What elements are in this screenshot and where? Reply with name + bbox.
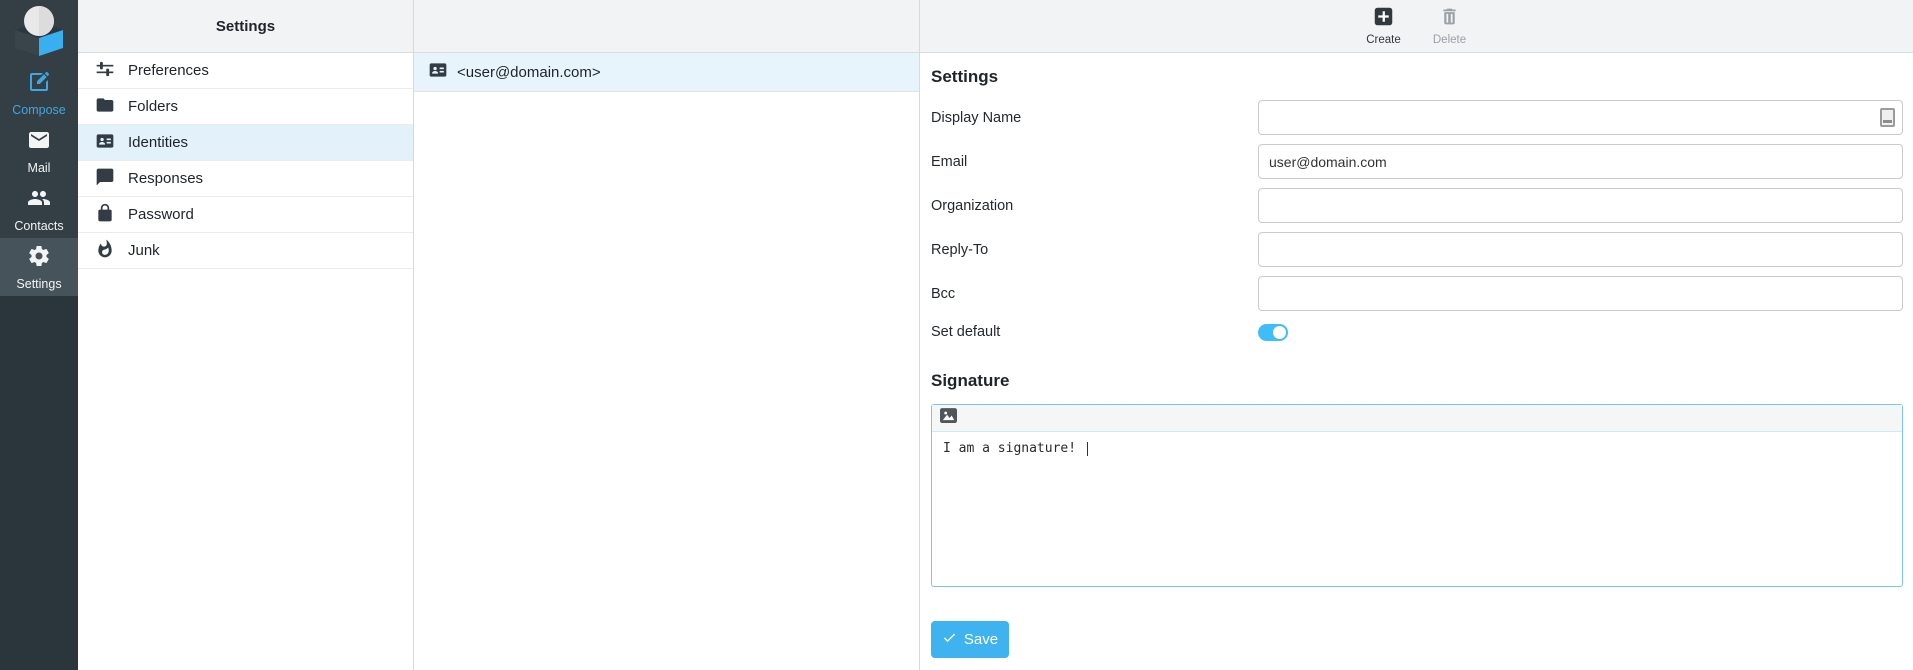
check-icon <box>942 630 957 649</box>
form-row-set-default: Set default <box>931 320 1903 344</box>
delete-button[interactable]: Delete <box>1428 6 1472 46</box>
settings-nav-label: Folders <box>128 98 178 115</box>
settings-nav-password[interactable]: Password <box>78 197 413 233</box>
create-button[interactable]: Create <box>1362 6 1406 46</box>
signature-section-title: Signature <box>931 371 1903 391</box>
signature-text-area[interactable]: I am a signature! <box>932 432 1902 586</box>
sidebar-item-label: Settings <box>16 277 61 291</box>
identities-list-panel: <user@domain.com> <box>414 0 920 670</box>
set-default-toggle[interactable] <box>1258 324 1288 341</box>
sidebar-item-compose[interactable]: Compose <box>0 64 78 122</box>
settings-nav-preferences[interactable]: Preferences <box>78 53 413 89</box>
form-row-email: Email <box>931 144 1903 179</box>
app-logo[interactable] <box>0 0 78 64</box>
organization-label: Organization <box>931 198 1258 214</box>
speech-bubble-icon <box>95 167 115 191</box>
display-name-field[interactable] <box>1258 100 1903 135</box>
roundcube-logo-icon <box>11 4 67 61</box>
bcc-field[interactable] <box>1258 276 1903 311</box>
identity-list-item[interactable]: <user@domain.com> <box>414 53 919 92</box>
app-window: Compose Mail Contacts Settings Settings <box>0 0 1913 670</box>
settings-nav-label: Junk <box>128 242 160 259</box>
sidebar-item-label: Mail <box>28 161 51 175</box>
form-row-display-name: Display Name <box>931 100 1903 135</box>
signature-editor: I am a signature! <box>931 404 1903 587</box>
email-label: Email <box>931 154 1258 170</box>
identity-email: <user@domain.com> <box>457 64 601 81</box>
settings-nav-junk[interactable]: Junk <box>78 233 413 269</box>
folder-icon <box>95 95 115 119</box>
settings-nav-folders[interactable]: Folders <box>78 89 413 125</box>
set-default-label: Set default <box>931 324 1258 340</box>
id-card-icon <box>428 60 448 84</box>
sidebar-item-mail[interactable]: Mail <box>0 122 78 180</box>
sidebar-spacer <box>0 296 78 670</box>
form-row-bcc: Bcc <box>931 276 1903 311</box>
email-field[interactable] <box>1258 144 1903 179</box>
save-button[interactable]: Save <box>931 621 1009 658</box>
signature-text: I am a signature! <box>943 441 1084 456</box>
sliders-icon <box>95 59 115 83</box>
settings-nav-label: Password <box>128 206 194 223</box>
lock-icon <box>95 203 115 227</box>
reply-to-label: Reply-To <box>931 242 1258 258</box>
sidebar-item-label: Compose <box>12 103 66 117</box>
compose-icon <box>27 70 51 99</box>
id-card-icon <box>95 131 115 155</box>
contact-autofill-icon[interactable] <box>1880 108 1895 127</box>
mail-icon <box>27 128 51 157</box>
sidebar-item-settings[interactable]: Settings <box>0 238 78 296</box>
text-caret <box>1087 442 1089 456</box>
sidebar-item-contacts[interactable]: Contacts <box>0 180 78 238</box>
sidebar-item-label: Contacts <box>14 219 63 233</box>
identity-form: Settings Display Name Email Organization <box>920 53 1913 670</box>
contacts-icon <box>27 186 51 215</box>
plus-square-icon <box>1373 6 1394 32</box>
form-row-organization: Organization <box>931 188 1903 223</box>
settings-nav-label: Responses <box>128 170 203 187</box>
settings-nav-label: Preferences <box>128 62 209 79</box>
save-button-label: Save <box>964 631 998 648</box>
organization-field[interactable] <box>1258 188 1903 223</box>
settings-panel-title: Settings <box>78 0 413 53</box>
settings-nav-responses[interactable]: Responses <box>78 161 413 197</box>
app-sidebar: Compose Mail Contacts Settings <box>0 0 78 670</box>
settings-gear-icon <box>27 244 51 273</box>
content-toolbar: Create Delete <box>920 0 1913 53</box>
image-icon[interactable] <box>940 408 957 428</box>
reply-to-field[interactable] <box>1258 232 1903 267</box>
signature-toolbar <box>932 405 1902 432</box>
trash-icon <box>1439 6 1460 32</box>
content-panel: Create Delete Settings Display Name Emai… <box>920 0 1913 670</box>
delete-button-label: Delete <box>1433 34 1466 46</box>
form-section-title: Settings <box>931 67 1903 87</box>
settings-nav-identities[interactable]: Identities <box>78 125 413 161</box>
create-button-label: Create <box>1366 34 1401 46</box>
bcc-label: Bcc <box>931 286 1258 302</box>
settings-nav-label: Identities <box>128 134 188 151</box>
form-row-reply-to: Reply-To <box>931 232 1903 267</box>
flame-icon <box>95 239 115 263</box>
display-name-label: Display Name <box>931 110 1258 126</box>
identities-list-header <box>414 0 919 53</box>
settings-nav-panel: Settings Preferences Folders Identities … <box>78 0 414 670</box>
